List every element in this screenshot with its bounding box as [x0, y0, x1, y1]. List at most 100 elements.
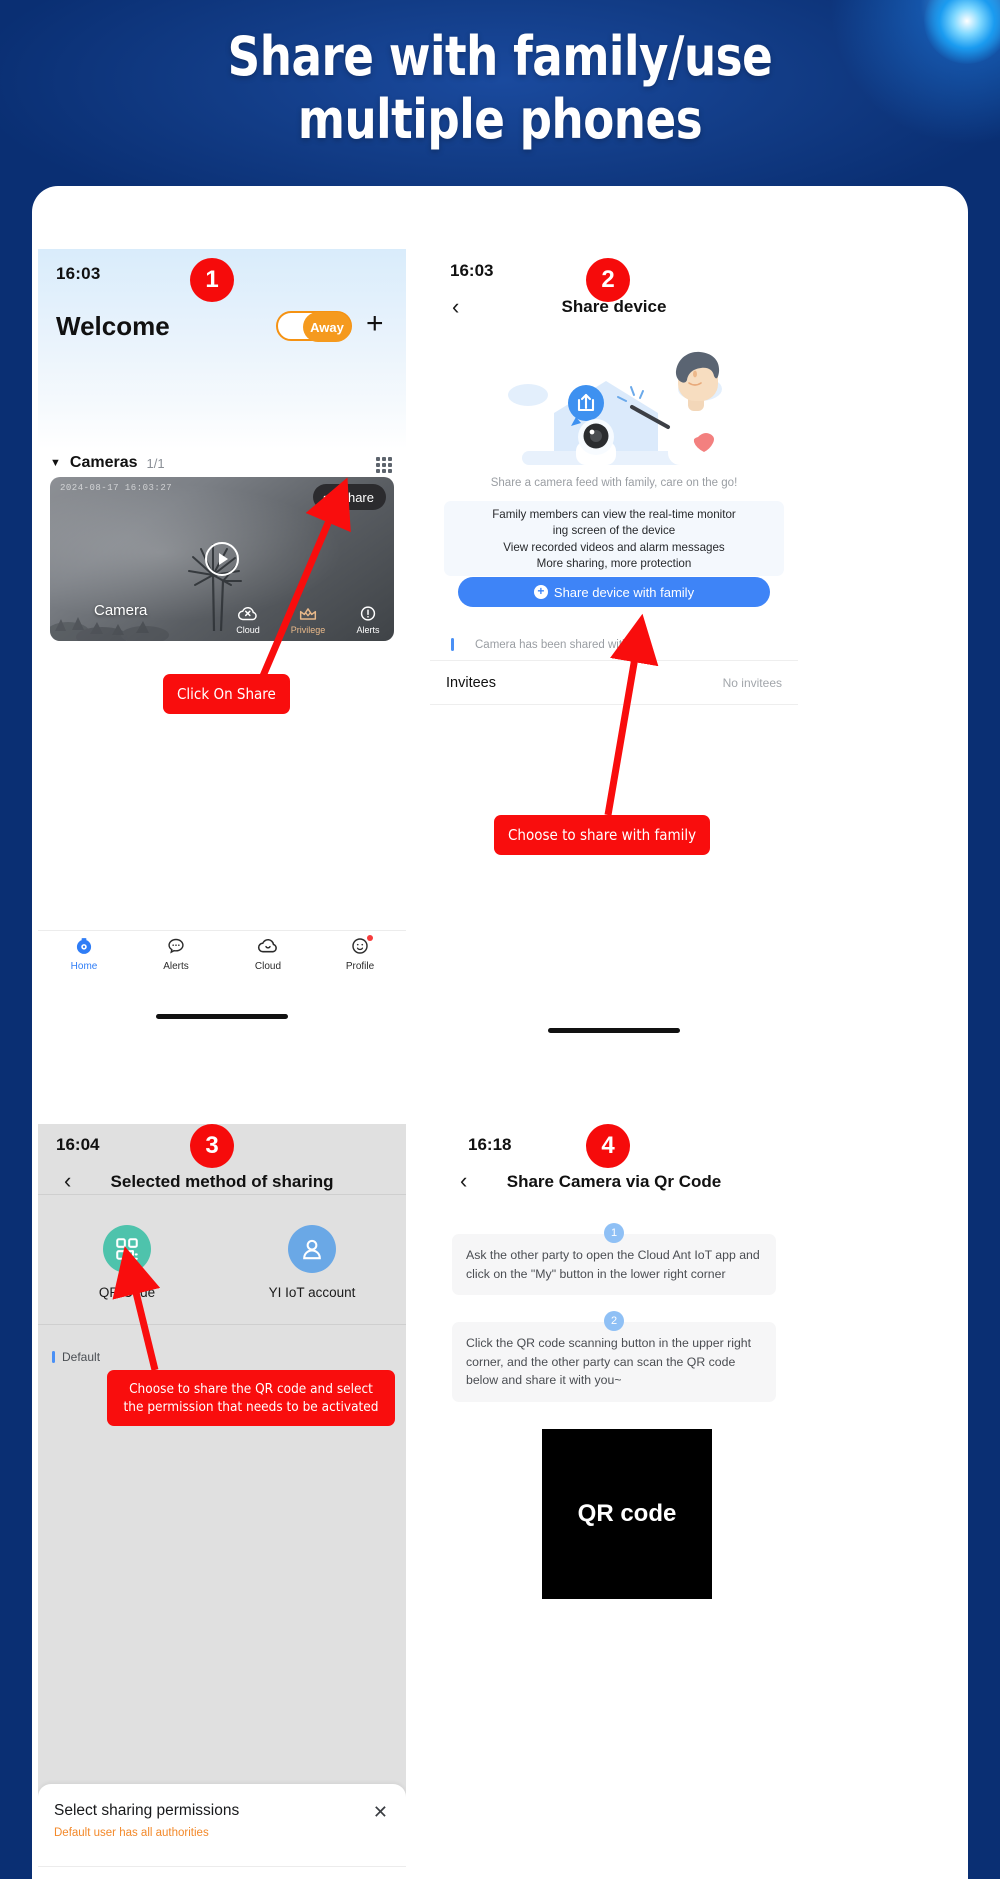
card-action-cloud-label: Cloud	[236, 625, 260, 635]
instruction-step-1: 1 Ask the other party to open the Cloud …	[452, 1223, 776, 1295]
share-illustration	[508, 351, 726, 465]
share-icon	[323, 492, 333, 502]
video-timestamp: 2024-08-17 16:03:27	[60, 483, 173, 493]
share-subtitle: Share a camera feed with family, care on…	[490, 477, 738, 489]
instruction-step-1-text: Ask the other party to open the Cloud An…	[466, 1248, 760, 1281]
status-bar-time: 16:18	[468, 1135, 512, 1154]
sharing-methods: QR Code YI IoT account	[38, 1195, 406, 1325]
home-indicator	[156, 1014, 288, 1019]
invitees-label: Invitees	[446, 674, 496, 691]
permissions-bottom-sheet: Select sharing permissions Default user …	[38, 1784, 406, 1879]
cameras-label: Cameras	[69, 454, 138, 471]
permissions-sheet-title: Select sharing permissions	[54, 1802, 240, 1819]
default-label: Default	[62, 1350, 101, 1364]
qr-code-label: QR code	[577, 1500, 677, 1527]
account-icon-circle	[288, 1225, 336, 1273]
screen-title: Share Camera via Qr Code	[506, 1172, 722, 1191]
step-number-badge: 2	[604, 1311, 624, 1331]
invitees-row[interactable]: Invitees No invitees	[430, 661, 798, 705]
section-accent-bar	[451, 638, 454, 651]
welcome-heading: Welcome	[56, 311, 170, 341]
close-icon[interactable]: ✕	[373, 1802, 388, 1823]
share-button-label: Share	[339, 489, 374, 505]
share-device-with-family-button[interactable]: + Share device with family	[458, 577, 770, 607]
nav-item-profile[interactable]: Profile	[314, 935, 406, 972]
qr-code-image: QR code	[542, 1429, 712, 1599]
nav-item-cloud[interactable]: Cloud	[222, 936, 314, 972]
phone-screen-sharing-method: 16:04 ‹ Selected method of sharing QR Co…	[38, 1124, 406, 1879]
method-qr-code[interactable]: QR Code	[67, 1225, 187, 1300]
status-bar-time: 16:03	[56, 264, 101, 283]
share-info-box: Family members can view the real-time mo…	[444, 501, 784, 576]
camera-card-actions: Cloud Privilege Alerts	[226, 605, 390, 635]
method-yi-iot-account[interactable]: YI IoT account	[252, 1225, 372, 1300]
callout-choose-qr-permission: Choose to share the QR code and select t…	[107, 1370, 395, 1426]
camera-home-icon	[76, 938, 92, 954]
nav-item-home[interactable]: Home	[38, 936, 130, 972]
qr-code-icon	[116, 1238, 138, 1260]
card-action-alerts-label: Alerts	[356, 625, 380, 635]
card-action-privilege[interactable]: Privilege	[286, 605, 330, 635]
step-badge-3: 3	[190, 1124, 234, 1168]
camera-card[interactable]: 2024-08-17 16:03:27 Share Camera Cloud P…	[50, 477, 394, 641]
page-title-line2: multiple phones	[297, 87, 703, 151]
phone-screen-share-via-qr: 16:18 ‹ Share Camera via Qr Code 1 Ask t…	[430, 1124, 798, 1879]
share-info-line-3: View recorded videos and alarm messages	[503, 540, 725, 554]
callout-click-on-share: Click On Share	[163, 674, 290, 714]
page-title: Share with family/use multiple phones	[35, 25, 965, 151]
share-info-line-2: ing screen of the device	[552, 524, 676, 537]
crown-icon	[299, 608, 317, 620]
away-toggle[interactable]: Away	[276, 311, 352, 342]
method-yi-iot-account-label: YI IoT account	[268, 1285, 356, 1300]
away-toggle-label: Away	[303, 312, 351, 342]
chat-bubble-icon	[168, 938, 184, 954]
nav-item-alerts[interactable]: Alerts	[130, 936, 222, 972]
nav-item-profile-label: Profile	[345, 961, 375, 972]
grid-view-icon[interactable]	[376, 457, 392, 473]
plus-icon: +	[533, 585, 548, 599]
bottom-navigation: Home Alerts Cloud Profile	[38, 930, 406, 982]
cloud-disabled-icon	[237, 607, 257, 621]
shared-with-section: Camera has been shared with:	[430, 629, 798, 661]
home-indicator	[548, 1028, 680, 1033]
default-section: Default	[52, 1350, 100, 1364]
nav-item-home-label: Home	[70, 961, 98, 972]
card-action-cloud[interactable]: Cloud	[226, 605, 270, 635]
camera-name: Camera	[94, 602, 148, 619]
status-bar-time: 16:03	[450, 261, 494, 280]
phone-screen-home: 16:03 Welcome Away + ▼ Cameras 1/1 2024-…	[38, 249, 406, 1051]
method-qr-code-label: QR Code	[98, 1285, 156, 1300]
account-avatar-icon	[303, 1239, 321, 1260]
instruction-step-2: 2 Click the QR code scanning button in t…	[452, 1311, 776, 1402]
permissions-sheet-subtitle: Default user has all authorities	[54, 1827, 209, 1839]
instruction-step-2-text: Click the QR code scanning button in the…	[466, 1336, 752, 1387]
add-device-button[interactable]: +	[366, 309, 384, 339]
card-action-privilege-label: Privilege	[290, 625, 326, 635]
step-badge-1: 1	[190, 258, 234, 302]
callout-choose-share-family: Choose to share with family	[494, 815, 711, 855]
shared-with-label: Camera has been shared with:	[475, 638, 632, 651]
chevron-down-icon: ▼	[50, 457, 61, 469]
divider	[38, 1866, 406, 1867]
section-accent-bar	[52, 1351, 55, 1363]
profile-badge-dot	[367, 935, 373, 941]
share-info-line-4: More sharing, more protection	[536, 557, 692, 570]
divider	[38, 1324, 406, 1325]
cameras-count: 1/1	[146, 455, 165, 471]
invitees-value: No invitees	[722, 675, 782, 690]
step-number-badge: 1	[604, 1223, 624, 1243]
cloud-icon	[257, 938, 277, 953]
share-button[interactable]: Share	[313, 484, 386, 510]
card-action-alerts[interactable]: Alerts	[346, 605, 390, 635]
step-badge-2: 2	[586, 258, 630, 302]
screen-title: Selected method of sharing	[110, 1172, 334, 1191]
share-device-with-family-label: Share device with family	[553, 584, 695, 600]
share-info-line-1: Family members can view the real-time mo…	[492, 507, 736, 521]
play-button[interactable]	[205, 542, 239, 576]
cameras-section-header[interactable]: ▼ Cameras 1/1	[50, 454, 165, 472]
page-title-line1: Share with family/use	[227, 25, 773, 88]
phone-screen-share-device: 16:03 ‹ Share device Share a camera feed…	[430, 249, 798, 1051]
alert-icon	[360, 606, 376, 621]
nav-item-alerts-label: Alerts	[163, 961, 189, 972]
status-bar-time: 16:04	[56, 1135, 100, 1154]
